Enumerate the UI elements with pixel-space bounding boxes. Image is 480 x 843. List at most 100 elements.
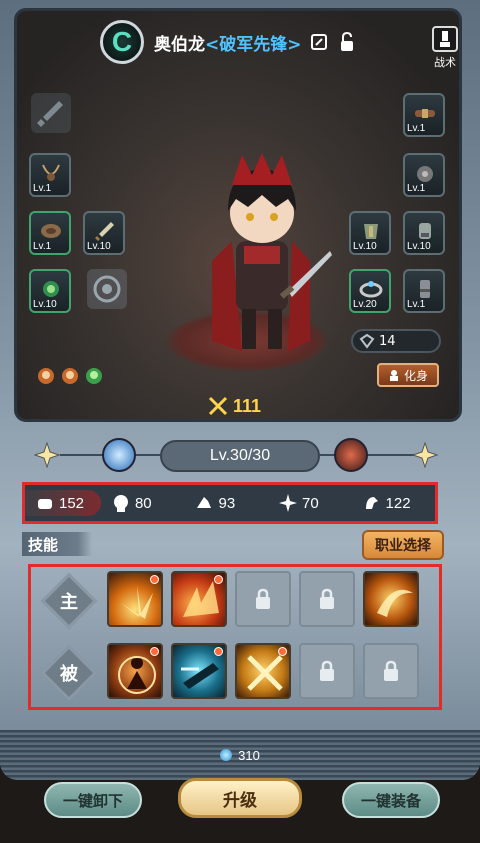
fist-icon — [38, 499, 52, 509]
unlock-icon[interactable] — [336, 31, 358, 53]
hero-name: 奥伯龙 — [154, 34, 205, 55]
rank-badge: C — [100, 20, 144, 64]
active-row-label: 主 — [60, 592, 78, 613]
tactics-button[interactable]: 战术 — [428, 26, 462, 70]
pauldron-icon — [417, 166, 433, 182]
equip-level: Lv.10 — [353, 241, 377, 252]
head-icon — [113, 495, 128, 512]
equip-level: Lv.1 — [407, 183, 426, 194]
new-skill-dot — [214, 647, 223, 656]
power-indicator[interactable]: 14 — [351, 329, 441, 353]
equip-level: Lv.1 — [407, 299, 426, 310]
amulet-icon — [43, 281, 59, 297]
new-skill-dot — [150, 647, 159, 656]
new-skill-dot — [150, 575, 159, 584]
passive-skill-1[interactable] — [107, 643, 163, 699]
water-element-icon[interactable] — [102, 438, 136, 472]
chest-armor-icon — [364, 224, 378, 239]
stat-value: 80 — [134, 494, 152, 512]
stats-bar: 152 80 93 70 122 — [22, 482, 438, 524]
tactics-label: 战术 — [434, 56, 456, 69]
passive-skill-3[interactable] — [235, 643, 291, 699]
hand-icon — [197, 497, 212, 508]
belt-icon — [415, 109, 435, 118]
equip-level: Lv.10 — [407, 241, 431, 252]
whirlwind-skill-icon — [377, 589, 413, 617]
passive-row-label: 被 — [60, 664, 78, 685]
stat-intellect[interactable]: 80 — [101, 493, 185, 513]
emblem-slot-empty[interactable] — [87, 269, 127, 309]
level-row: Lv.30/30 — [30, 434, 450, 478]
attack-stat: 111 — [207, 395, 261, 417]
stat-strength[interactable]: 152 — [25, 490, 101, 516]
equip-slot-right-2[interactable]: Lv.1 — [403, 153, 445, 197]
hero-display-panel: Lv.1 Lv.1 Lv.10 Lv.10 Lv.1 Lv.1 Lv.10 Lv… — [14, 8, 462, 422]
equip-level: Lv.20 — [353, 299, 377, 310]
buff-icon-1[interactable] — [37, 367, 55, 387]
stat-value: 122 — [385, 494, 411, 512]
equip-level: Lv.1 — [407, 123, 426, 134]
dagger-icon — [95, 222, 114, 241]
transform-button[interactable]: 化身 — [377, 363, 439, 387]
skills-section-label: 技能 — [22, 532, 92, 556]
stat-value: 152 — [59, 494, 85, 512]
lock-icon — [384, 660, 398, 681]
active-skill-locked-1[interactable] — [235, 571, 291, 627]
bracer-icon — [41, 224, 61, 238]
stat-value: 93 — [218, 494, 236, 512]
hero-character-figure[interactable] — [192, 151, 332, 371]
active-skill-locked-2[interactable] — [299, 571, 355, 627]
skills-grid: 主 被 — [28, 564, 442, 710]
upgrade-cost-value: 310 — [238, 747, 260, 763]
stat-value: 70 — [302, 494, 319, 512]
equip-level: Lv.1 — [33, 241, 52, 252]
transform-label: 化身 — [403, 368, 428, 383]
equip-slot-left-4[interactable]: Lv.10 — [29, 269, 71, 313]
class-emblem-icon[interactable] — [334, 438, 368, 472]
equip-slot-right-3[interactable]: Lv.10 — [349, 211, 391, 255]
ring-icon — [359, 281, 383, 298]
buff-icon-3[interactable] — [85, 367, 103, 387]
equip-slot-right-6[interactable]: Lv.1 — [403, 269, 445, 313]
new-skill-dot — [278, 647, 287, 656]
attack-value: 111 — [233, 395, 262, 416]
greaves-icon — [420, 280, 430, 298]
gauntlet-icon — [419, 223, 431, 239]
equip-slot-right-4[interactable]: Lv.10 — [403, 211, 445, 255]
hero-title-bar: C 奥伯龙 <破军先锋> — [100, 18, 380, 66]
left-star-icon — [34, 442, 60, 468]
job-select-button[interactable]: 职业选择 — [362, 530, 444, 560]
weapon-slot-empty[interactable] — [31, 93, 71, 133]
equip-level: Lv.10 — [33, 299, 57, 310]
buff-icon-2[interactable] — [61, 367, 79, 387]
sword-silhouette-icon — [37, 101, 63, 127]
lock-icon — [320, 588, 334, 609]
equip-all-button[interactable]: 一键装备 — [342, 782, 440, 818]
equip-level: Lv.10 — [87, 241, 111, 252]
upgrade-button[interactable]: 升级 — [178, 778, 302, 818]
stat-agility[interactable]: 70 — [268, 493, 352, 513]
stat-dexterity[interactable]: 93 — [184, 493, 268, 513]
active-skill-3[interactable] — [363, 571, 419, 627]
edit-icon[interactable] — [308, 31, 330, 53]
chess-piece-icon — [432, 26, 458, 52]
equip-slot-left-3[interactable]: Lv.10 — [83, 211, 125, 255]
passive-skill-2[interactable] — [171, 643, 227, 699]
passive-skill-locked-2[interactable] — [363, 643, 419, 699]
unequip-all-button[interactable]: 一键卸下 — [44, 782, 142, 818]
equip-slot-left-1[interactable]: Lv.1 — [29, 153, 71, 197]
passive-skill-locked-1[interactable] — [299, 643, 355, 699]
crossed-swords-icon — [208, 396, 228, 416]
gem-icon — [220, 749, 233, 761]
lock-icon — [256, 588, 270, 609]
stat-stamina[interactable]: 122 — [352, 493, 436, 513]
equip-slot-left-2[interactable]: Lv.1 — [29, 211, 71, 255]
burst-icon — [279, 494, 297, 512]
active-skill-2[interactable] — [171, 571, 227, 627]
equip-slot-right-1[interactable]: Lv.1 — [403, 93, 445, 137]
level-display: Lv.30/30 — [160, 440, 320, 472]
power-value: 14 — [379, 333, 396, 349]
active-skill-1[interactable] — [107, 571, 163, 627]
necklace-icon — [42, 164, 60, 181]
equip-slot-right-5[interactable]: Lv.20 — [349, 269, 391, 313]
